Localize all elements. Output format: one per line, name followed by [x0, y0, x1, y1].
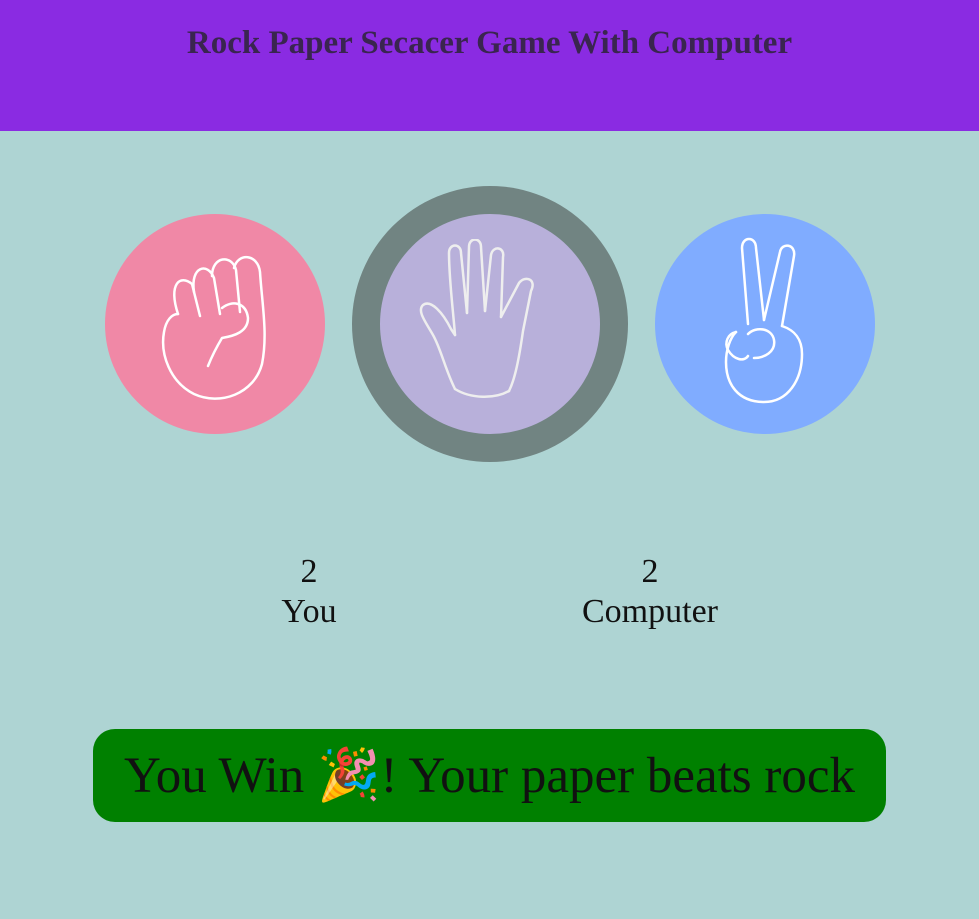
- computer-score: 2 Computer: [530, 552, 770, 632]
- user-score-label: You: [281, 593, 337, 630]
- computer-score-label: Computer: [582, 593, 718, 630]
- paper-button[interactable]: [380, 214, 600, 434]
- header: Rock Paper Secacer Game With Computer: [0, 0, 979, 131]
- result-message-text: You Win 🎉! Your paper beats rock: [123, 748, 856, 804]
- scissors-button[interactable]: [655, 214, 875, 434]
- result-message: You Win 🎉! Your paper beats rock: [93, 729, 886, 822]
- fist-icon: [161, 256, 266, 400]
- user-score: 2 You: [209, 552, 409, 632]
- computer-score-value: 2: [641, 553, 659, 590]
- user-score-value: 2: [300, 553, 318, 590]
- page-title: Rock Paper Secacer Game With Computer: [186, 25, 793, 61]
- peace-hand-icon: [724, 237, 804, 404]
- open-hand-icon: [419, 239, 534, 398]
- rock-button[interactable]: [105, 214, 325, 434]
